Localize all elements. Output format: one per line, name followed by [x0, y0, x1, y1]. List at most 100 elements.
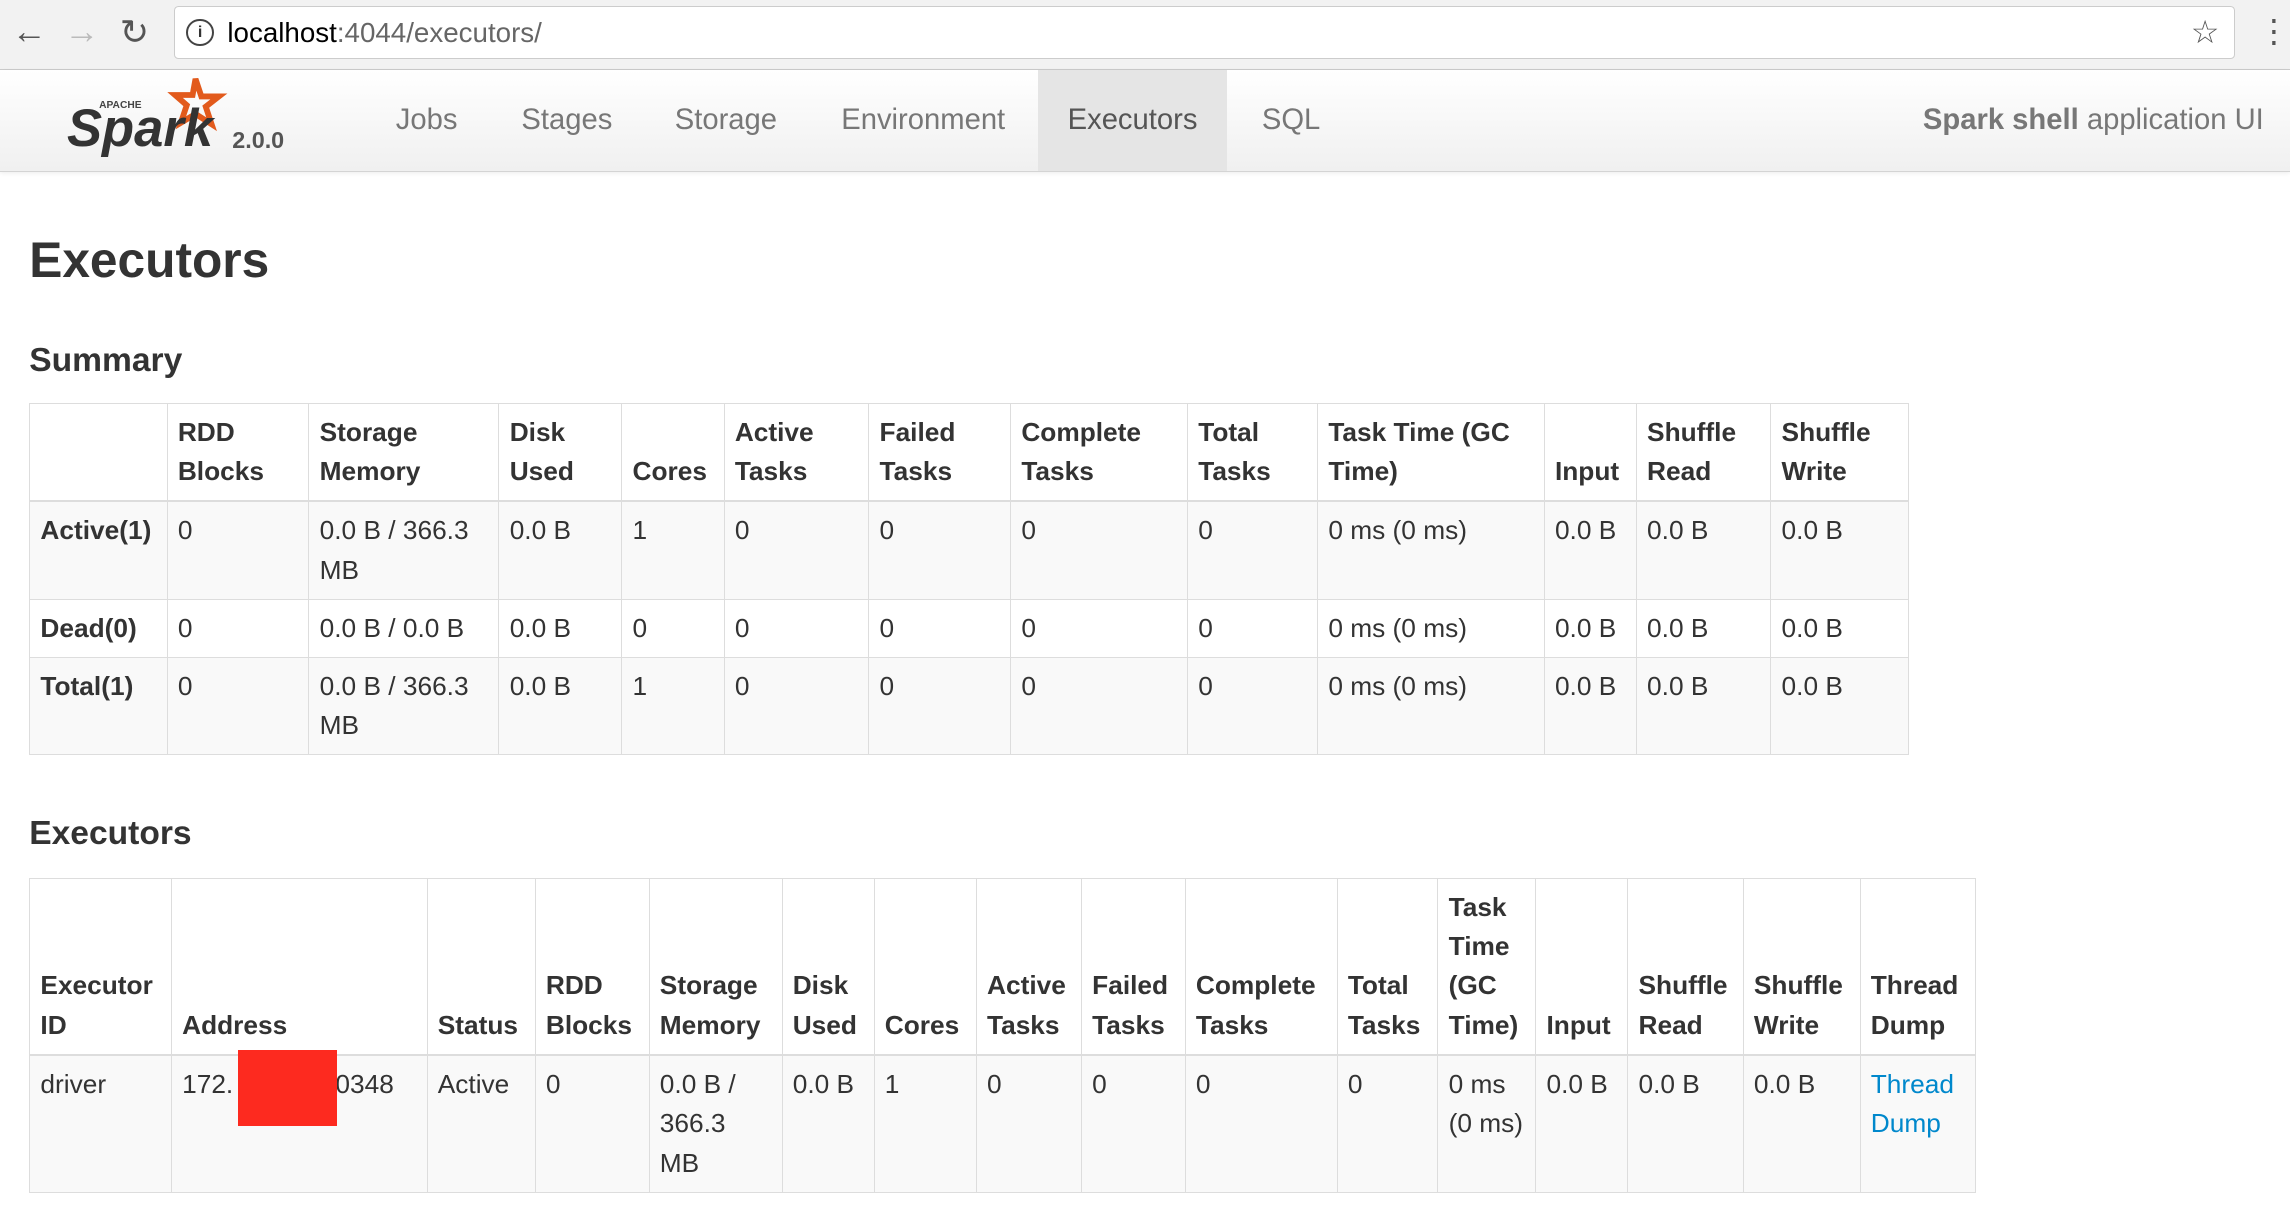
menu-icon[interactable]: ⋮: [2258, 12, 2290, 50]
cell: 0.0 B / 366.3 MB: [308, 500, 499, 600]
bookmark-star-icon[interactable]: ☆: [2191, 7, 2220, 58]
cell: 0.0 B: [1627, 1054, 1744, 1193]
cell: Thread Dump: [1859, 1054, 1976, 1193]
column-header[interactable]: Shuffle Read: [1635, 403, 1771, 503]
cell: 0.0 B: [1635, 656, 1771, 755]
page-title: Executors: [29, 231, 270, 288]
cell: 0.0 B: [498, 656, 622, 755]
column-header[interactable]: Storage Memory: [308, 403, 499, 503]
cell: 0: [534, 1054, 650, 1193]
cell: 0: [868, 656, 1011, 755]
cell: 0: [1010, 656, 1188, 755]
app-name: Spark shell application UI: [1923, 70, 2264, 171]
cell: 0.0 B: [1770, 656, 1909, 755]
column-header[interactable]: Total Tasks: [1187, 403, 1318, 503]
executors-table: Executor ID Address Status RDD Blocks Storag…: [29, 877, 1977, 1193]
thread-dump-link[interactable]: Thread Dump: [1871, 1069, 1954, 1138]
cell: 0.0 B: [1535, 1054, 1628, 1193]
address-bar[interactable]: i localhost:4044/executors/ ☆: [173, 5, 2236, 59]
back-icon[interactable]: ←: [12, 12, 47, 52]
info-icon[interactable]: i: [186, 18, 214, 46]
column-header[interactable]: Input: [1535, 878, 1628, 1057]
row-label: Dead(0): [29, 598, 168, 658]
column-header[interactable]: Shuffle Write: [1770, 403, 1909, 503]
cell: 0.0 B: [1770, 500, 1909, 600]
row-label: Total(1): [29, 656, 168, 755]
column-header[interactable]: RDD Blocks: [166, 403, 309, 503]
cell: 0.0 B: [1543, 598, 1637, 658]
column-header[interactable]: Cores: [873, 878, 977, 1057]
column-header[interactable]: Disk Used: [781, 878, 875, 1057]
spark-version: 2.0.0: [232, 127, 285, 154]
app-name-bold: Spark shell: [1922, 104, 2079, 137]
cell: 0: [1184, 1054, 1338, 1193]
cell: 0.0 B: [1742, 1054, 1861, 1193]
cell: 0: [1336, 1054, 1438, 1193]
table-row: Active(1) 0 0.0 B / 366.3 MB 0.0 B100000 ms…: [29, 500, 1909, 600]
tab-sql[interactable]: SQL: [1233, 70, 1350, 171]
cell: 0: [166, 656, 309, 755]
column-header[interactable]: Cores: [621, 403, 725, 503]
column-header[interactable]: Input: [1543, 403, 1637, 503]
column-header[interactable]: Executor ID: [29, 878, 172, 1057]
url-path: :4044/executors/: [336, 16, 542, 48]
reload-icon[interactable]: ↻: [120, 12, 149, 53]
column-header[interactable]: Storage Memory: [648, 878, 782, 1057]
cell: Active: [426, 1054, 536, 1193]
cell: 0: [868, 598, 1011, 658]
navbar: APACHE Spark 2.0.0 Jobs Stages Storage E…: [0, 70, 2290, 172]
browser-toolbar: ← → ↻ i localhost:4044/executors/ ☆ ⋮: [0, 0, 2290, 70]
tab-storage[interactable]: Storage: [646, 70, 807, 171]
column-header[interactable]: Complete Tasks: [1184, 878, 1338, 1057]
cell: 0 ms (0 ms): [1317, 656, 1545, 755]
column-header[interactable]: Thread Dump: [1859, 878, 1976, 1057]
cell: 0.0 B: [1543, 656, 1637, 755]
cell: 0 ms (0 ms): [1437, 1054, 1536, 1193]
app-name-rest: application UI: [2078, 104, 2264, 137]
cell: 0.0 B / 366.3 MB: [648, 1054, 782, 1193]
column-header[interactable]: RDD Blocks: [534, 878, 650, 1057]
column-header[interactable]: [29, 403, 168, 503]
cell: 1: [621, 656, 725, 755]
cell: 0: [1187, 656, 1318, 755]
logo-spark: Spark: [67, 99, 216, 158]
cell: 0: [1010, 500, 1188, 600]
column-header[interactable]: Address: [170, 878, 428, 1057]
column-header[interactable]: Failed Tasks: [868, 403, 1011, 503]
column-header[interactable]: Total Tasks: [1336, 878, 1438, 1057]
column-header[interactable]: Active Tasks: [975, 878, 1082, 1057]
cell: 1: [873, 1054, 977, 1193]
tab-environment[interactable]: Environment: [812, 70, 1034, 171]
tab-stages[interactable]: Stages: [492, 70, 641, 171]
cell: 0.0 B / 0.0 B: [308, 598, 499, 658]
column-header[interactable]: Task Time (GC Time): [1317, 403, 1545, 503]
tab-jobs[interactable]: Jobs: [367, 70, 487, 171]
spark-logo[interactable]: APACHE Spark: [67, 76, 228, 164]
cell: 0 ms (0 ms): [1317, 500, 1545, 600]
executors-heading: Executors: [29, 814, 192, 852]
cell: 0: [975, 1054, 1082, 1193]
column-header[interactable]: Task Time (GC Time): [1437, 878, 1536, 1057]
cell: 0.0 B: [498, 598, 622, 658]
cell: 0: [723, 598, 869, 658]
cell: 0.0 B: [1770, 598, 1909, 658]
column-header[interactable]: Status: [426, 878, 536, 1057]
summary-table: RDD Blocks Storage Memory Disk Used Cores Ac…: [29, 403, 1909, 756]
column-header[interactable]: Disk Used: [498, 403, 622, 503]
column-header[interactable]: Shuffle Write: [1742, 878, 1861, 1057]
column-header[interactable]: Shuffle Read: [1627, 878, 1744, 1057]
forward-icon[interactable]: →: [64, 12, 99, 52]
table-row: Total(1) 0 0.0 B / 366.3 MB 0.0 B100000 ms …: [29, 656, 1909, 755]
column-header[interactable]: Active Tasks: [723, 403, 869, 503]
url-host: localhost: [227, 16, 337, 48]
column-header[interactable]: Failed Tasks: [1080, 878, 1186, 1057]
row-label: Active(1): [29, 500, 168, 600]
cell: 0 ms (0 ms): [1317, 598, 1545, 658]
tab-executors[interactable]: Executors: [1038, 70, 1227, 171]
column-header[interactable]: Complete Tasks: [1010, 403, 1188, 503]
cell: 0: [1187, 500, 1318, 600]
cell: 0.0 B: [1635, 598, 1771, 658]
cell: 0: [723, 656, 869, 755]
cell: 1: [621, 500, 725, 600]
cell: 0.0 B / 366.3 MB: [308, 656, 499, 755]
